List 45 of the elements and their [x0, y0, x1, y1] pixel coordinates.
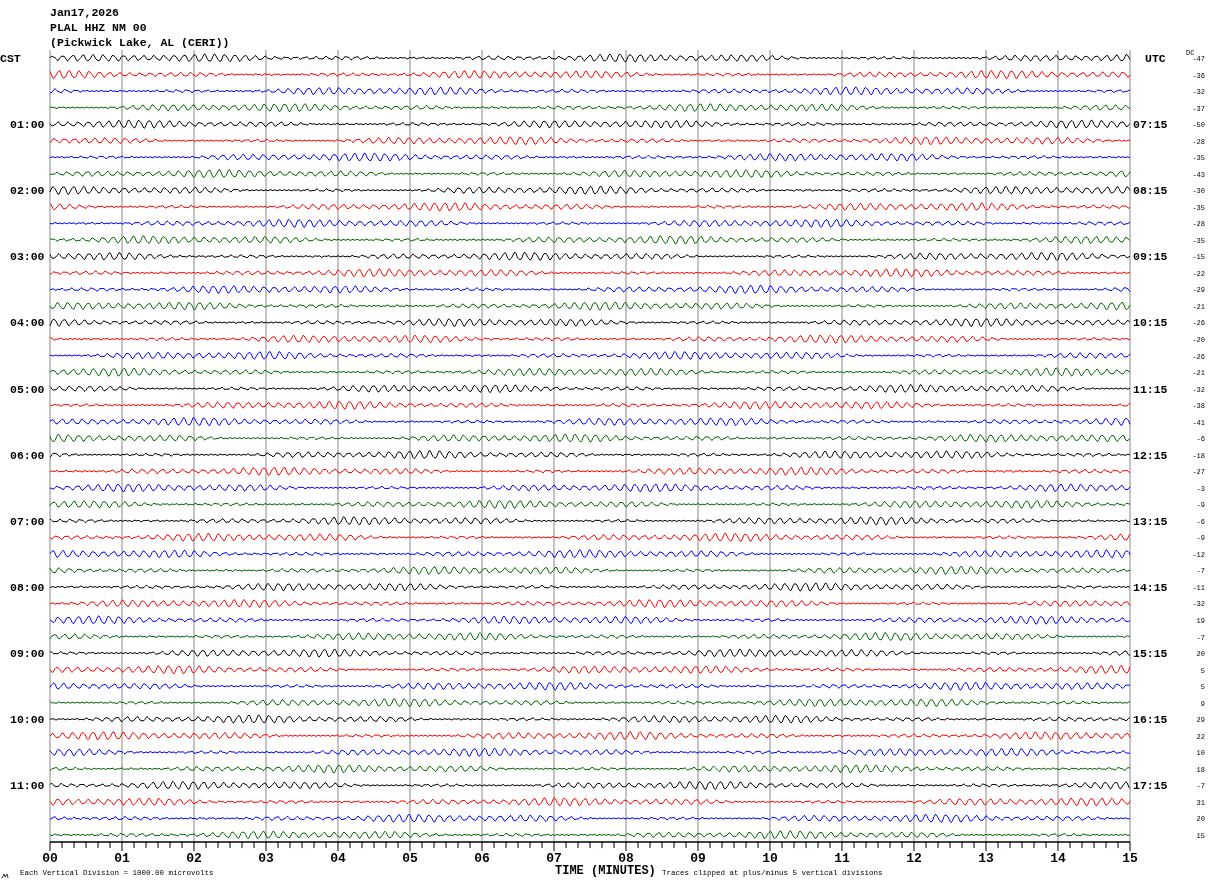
axis-tick-label: 08 [618, 851, 634, 866]
utc-time-label: 07:15 [1133, 118, 1168, 132]
utc-time-label: 12:15 [1133, 448, 1168, 462]
date-label: Jan17,2026 [50, 6, 119, 19]
station-label: PLAL HHZ NM 00 [50, 21, 147, 34]
utc-time-label: 17:15 [1133, 779, 1168, 793]
cst-time-label: 08:00 [10, 580, 45, 594]
utc-time-label: 10:15 [1133, 316, 1168, 330]
axis-tick-label: 12 [906, 851, 922, 866]
axis-tick-label: 09 [690, 851, 706, 866]
axis-tick-label: 11 [834, 851, 850, 866]
axis-tick-label: 07 [546, 851, 562, 866]
utc-time-label: UTC [1145, 52, 1166, 65]
axis-tick-label: 13 [978, 851, 994, 866]
utc-time-label: 14:15 [1133, 580, 1168, 594]
axis-tick-label: 00 [42, 851, 58, 866]
utc-time-label: 15:15 [1133, 647, 1168, 661]
utc-time-label: 11:15 [1133, 382, 1168, 396]
cst-time-label: 09:00 [10, 647, 45, 661]
utc-time-label: 16:15 [1133, 713, 1168, 727]
axis-tick-label: 02 [186, 851, 202, 866]
cst-time-label: 06:00 [10, 448, 45, 462]
cst-time-label: 02:00 [10, 184, 45, 198]
cst-time-label: 05:00 [10, 382, 45, 396]
cst-time-label: 07:00 [10, 514, 45, 528]
axis-tick-label: 03 [258, 851, 274, 866]
axis-tick-label: 01 [114, 851, 130, 866]
utc-time-label: 09:15 [1133, 250, 1168, 264]
axis-tick-label: 04 [330, 851, 346, 866]
cst-time-label: CST [0, 52, 21, 65]
cst-time-label: 03:00 [10, 250, 45, 264]
axis-tick-label: 06 [474, 851, 490, 866]
axis-tick-label: 14 [1050, 851, 1066, 866]
location-label: (Pickwick Lake, AL (CERI)) [50, 36, 230, 49]
cst-time-label: 01:00 [10, 118, 45, 132]
axis-tick-label: 15 [1122, 851, 1138, 866]
utc-time-label: 13:15 [1133, 514, 1168, 528]
cst-time-label: 04:00 [10, 316, 45, 330]
axis-tick-label: 05 [402, 851, 418, 866]
axis-title: TIME (MINUTES) [555, 864, 656, 878]
logo-icon [1, 873, 9, 879]
cst-time-label: 10:00 [10, 713, 45, 727]
axis-tick-label: 10 [762, 851, 778, 866]
utc-time-label: 08:15 [1133, 184, 1168, 198]
cst-time-label: 11:00 [10, 779, 45, 793]
